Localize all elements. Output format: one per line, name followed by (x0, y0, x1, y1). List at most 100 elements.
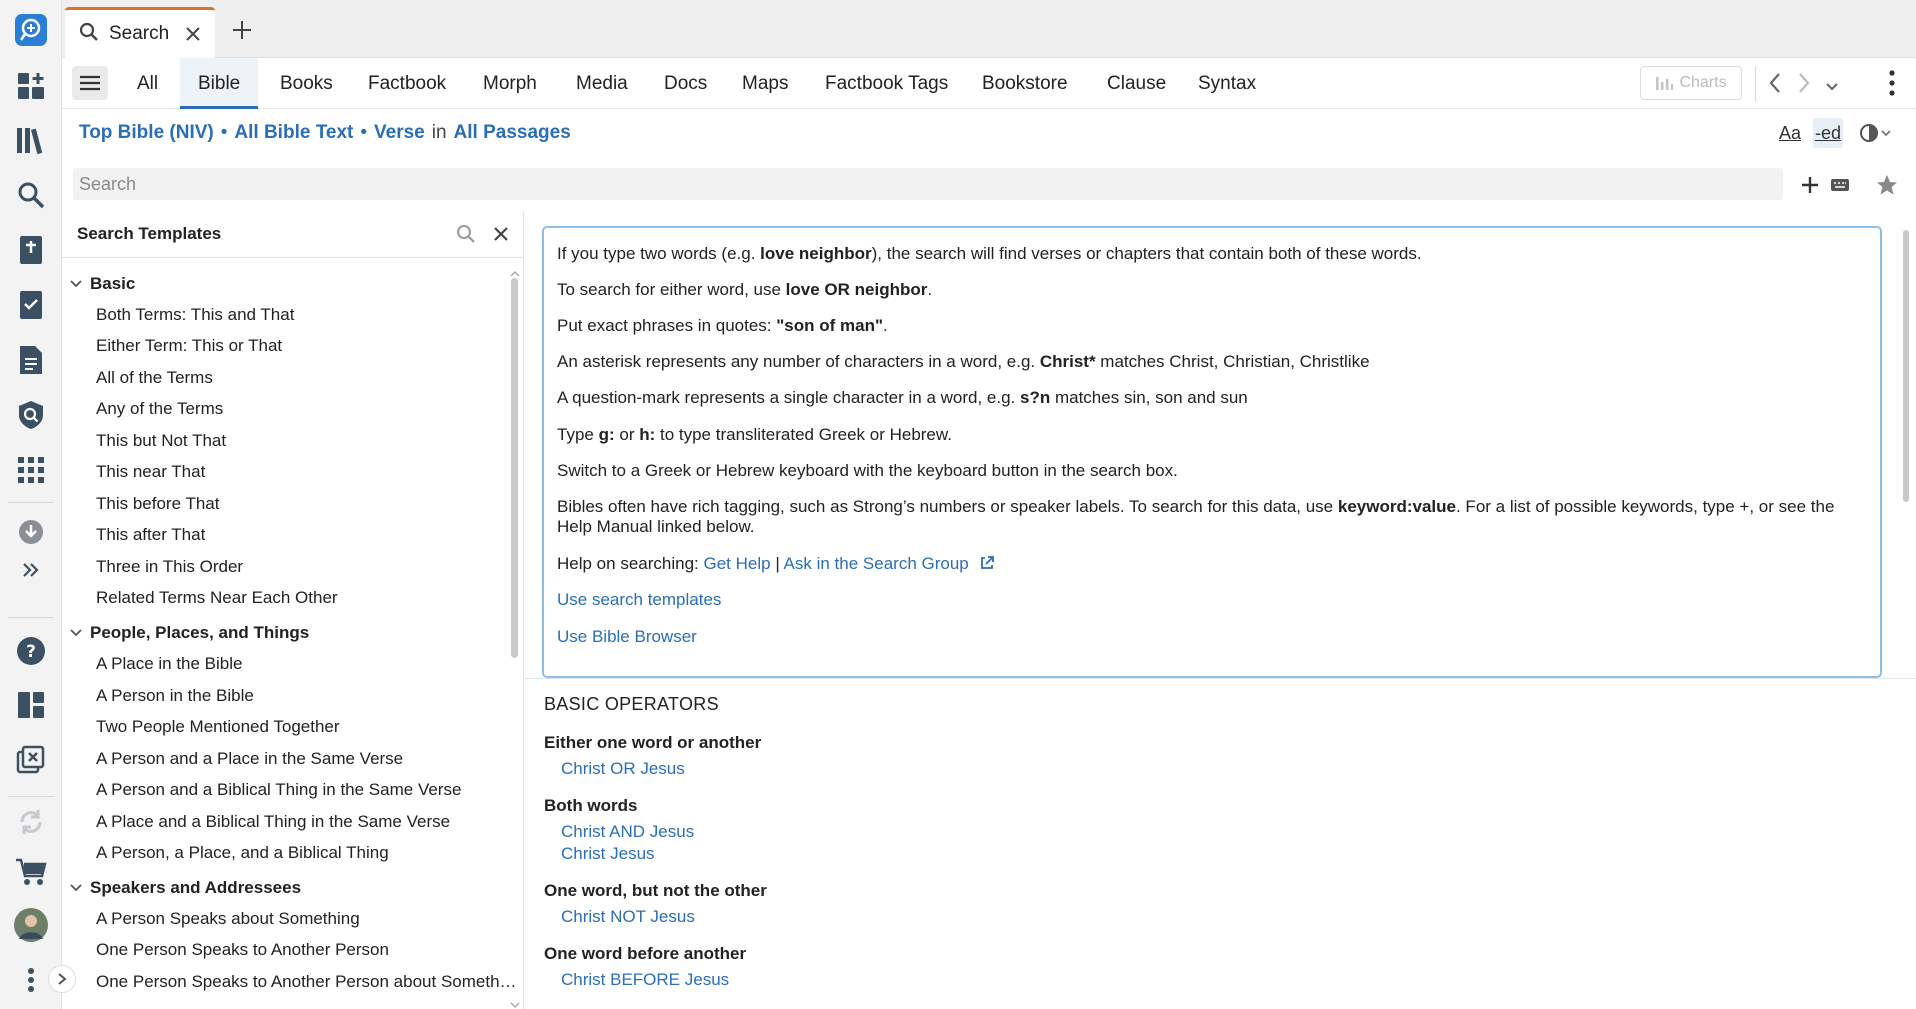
forward-arrow-icon[interactable] (1797, 72, 1811, 99)
scope-text-link[interactable]: All Bible Text (234, 122, 353, 143)
use-bible-browser-link[interactable]: Use Bible Browser (557, 627, 697, 647)
tab-syntax[interactable]: Syntax (1198, 58, 1256, 109)
search-kind-tabs: All Bible Books Factbook Morph Media Doc… (62, 58, 1916, 109)
scope-range-link[interactable]: All Passages (454, 122, 571, 143)
templates-search-icon[interactable] (456, 224, 476, 249)
tip-keyboard: Switch to a Greek or Hebrew keyboard wit… (557, 461, 1178, 480)
operator-example-link[interactable]: Christ OR Jesus (561, 759, 685, 779)
scope-in-label: in (431, 122, 447, 143)
back-arrow-icon[interactable] (1768, 72, 1782, 99)
template-item[interactable]: This near That (96, 462, 205, 482)
template-item[interactable]: Either Term: This or That (96, 336, 282, 356)
use-search-templates-link[interactable]: Use search templates (557, 590, 721, 610)
group-label: Speakers and Addressees (90, 878, 302, 897)
template-item[interactable]: This after That (96, 525, 205, 545)
new-tab-plus-icon[interactable] (230, 18, 254, 42)
group-basic[interactable]: Basic (70, 274, 135, 294)
bible-icon[interactable] (11, 230, 51, 270)
ask-search-group-link[interactable]: Ask in the Search Group (784, 554, 969, 573)
search-input[interactable] (73, 168, 1783, 200)
keyboard-icon[interactable] (1825, 170, 1855, 200)
cart-icon[interactable] (11, 852, 51, 892)
tab-search[interactable]: Search (65, 7, 215, 58)
group-speakers-addressees[interactable]: Speakers and Addressees (70, 878, 301, 898)
template-item[interactable]: One Person Speaks to Another Person (96, 940, 389, 960)
search-tips-box: If you type two words (e.g. love neighbo… (542, 226, 1882, 678)
template-item[interactable]: A Person and a Place in the Same Verse (96, 749, 403, 769)
tab-clause[interactable]: Clause (1107, 58, 1166, 109)
sync-icon[interactable] (11, 802, 51, 842)
scroll-down-icon[interactable] (510, 994, 520, 1009)
font-size-button[interactable]: Aa (1776, 118, 1804, 148)
template-item[interactable]: A Person Speaks about Something (96, 909, 360, 929)
templates-scrollbar[interactable] (511, 278, 518, 658)
template-item[interactable]: A Place and a Biblical Thing in the Same… (96, 812, 450, 832)
tab-morph[interactable]: Morph (483, 58, 537, 109)
history-chevron-down-icon[interactable] (1825, 77, 1839, 97)
operator-example-link[interactable]: Christ BEFORE Jesus (561, 970, 729, 990)
user-avatar[interactable] (11, 905, 51, 945)
template-item[interactable]: This before That (96, 494, 219, 514)
more-rail-icon[interactable] (11, 960, 51, 1000)
operator-heading: Both words (544, 796, 638, 815)
tab-factbook[interactable]: Factbook (368, 58, 446, 109)
tab-maps[interactable]: Maps (742, 58, 788, 109)
template-item[interactable]: A Person and a Biblical Thing in the Sam… (96, 780, 461, 800)
panel-menu-kebab-icon[interactable] (1888, 70, 1896, 101)
tab-bookstore[interactable]: Bookstore (982, 58, 1068, 109)
external-link-icon[interactable] (979, 555, 995, 571)
close-icon[interactable] (183, 24, 203, 44)
tab-bible[interactable]: Bible (180, 58, 259, 109)
tab-books[interactable]: Books (280, 58, 333, 109)
template-item[interactable]: This but Not That (96, 431, 226, 451)
menu-icon[interactable] (72, 66, 108, 100)
close-panels-icon[interactable] (11, 739, 51, 779)
bar-chart-icon (1656, 77, 1674, 90)
template-item[interactable]: Three in This Order (96, 557, 243, 577)
star-favorite-icon[interactable] (1872, 170, 1902, 200)
visual-filter-button[interactable] (1855, 118, 1895, 148)
operator-example-link[interactable]: Christ NOT Jesus (561, 907, 695, 927)
scope-resource-link[interactable]: Top Bible (NIV) (79, 122, 214, 143)
scope-unit-link[interactable]: Verse (374, 122, 425, 143)
layouts-icon[interactable] (11, 685, 51, 725)
dashboard-icon[interactable] (11, 66, 51, 106)
template-item[interactable]: Any of the Terms (96, 399, 223, 419)
content-scrollbar[interactable] (1903, 230, 1909, 502)
bullet-separator: • (220, 122, 228, 143)
library-icon[interactable] (11, 120, 51, 160)
template-item[interactable]: One Person Speaks to Another Person abou… (96, 972, 517, 992)
template-item[interactable]: A Person in the Bible (96, 686, 254, 706)
inflections-button[interactable]: -ed (1813, 118, 1843, 148)
operator-example-link[interactable]: Christ Jesus (561, 844, 655, 864)
tab-media[interactable]: Media (576, 58, 628, 109)
template-item[interactable]: Both Terms: This and That (96, 305, 294, 325)
template-item[interactable]: Related Terms Near Each Other (96, 588, 338, 608)
add-plus-icon[interactable] (1795, 170, 1825, 200)
rail-divider (8, 617, 54, 618)
download-icon[interactable] (11, 512, 51, 552)
visual-filter-icon (1860, 124, 1891, 142)
group-people-places-things[interactable]: People, Places, and Things (70, 623, 309, 643)
tab-factbook-tags[interactable]: Factbook Tags (825, 58, 948, 109)
help-icon[interactable]: ? (11, 631, 51, 671)
template-item[interactable]: A Person, a Place, and a Biblical Thing (96, 843, 389, 863)
group-label: People, Places, and Things (90, 623, 310, 642)
charts-button[interactable]: Charts (1640, 66, 1742, 100)
apps-grid-icon[interactable] (11, 450, 51, 490)
template-item[interactable]: Two People Mentioned Together (96, 717, 340, 737)
template-item[interactable]: A Place in the Bible (96, 654, 242, 674)
close-templates-icon[interactable] (492, 225, 510, 248)
get-help-link[interactable]: Get Help (703, 554, 770, 573)
template-item[interactable]: All of the Terms (96, 368, 213, 388)
reading-plan-icon[interactable] (11, 285, 51, 325)
guides-icon[interactable] (11, 395, 51, 435)
tab-all[interactable]: All (137, 58, 158, 109)
logos-logo-icon[interactable] (11, 10, 51, 50)
operator-example-link[interactable]: Christ AND Jesus (561, 822, 694, 842)
tip-transliterate: Type g: or h: to type transliterated Gre… (557, 425, 952, 444)
expand-rail-icon[interactable] (11, 550, 51, 590)
search-rail-icon[interactable] (11, 175, 51, 215)
tab-docs[interactable]: Docs (664, 58, 707, 109)
documents-icon[interactable] (11, 340, 51, 380)
